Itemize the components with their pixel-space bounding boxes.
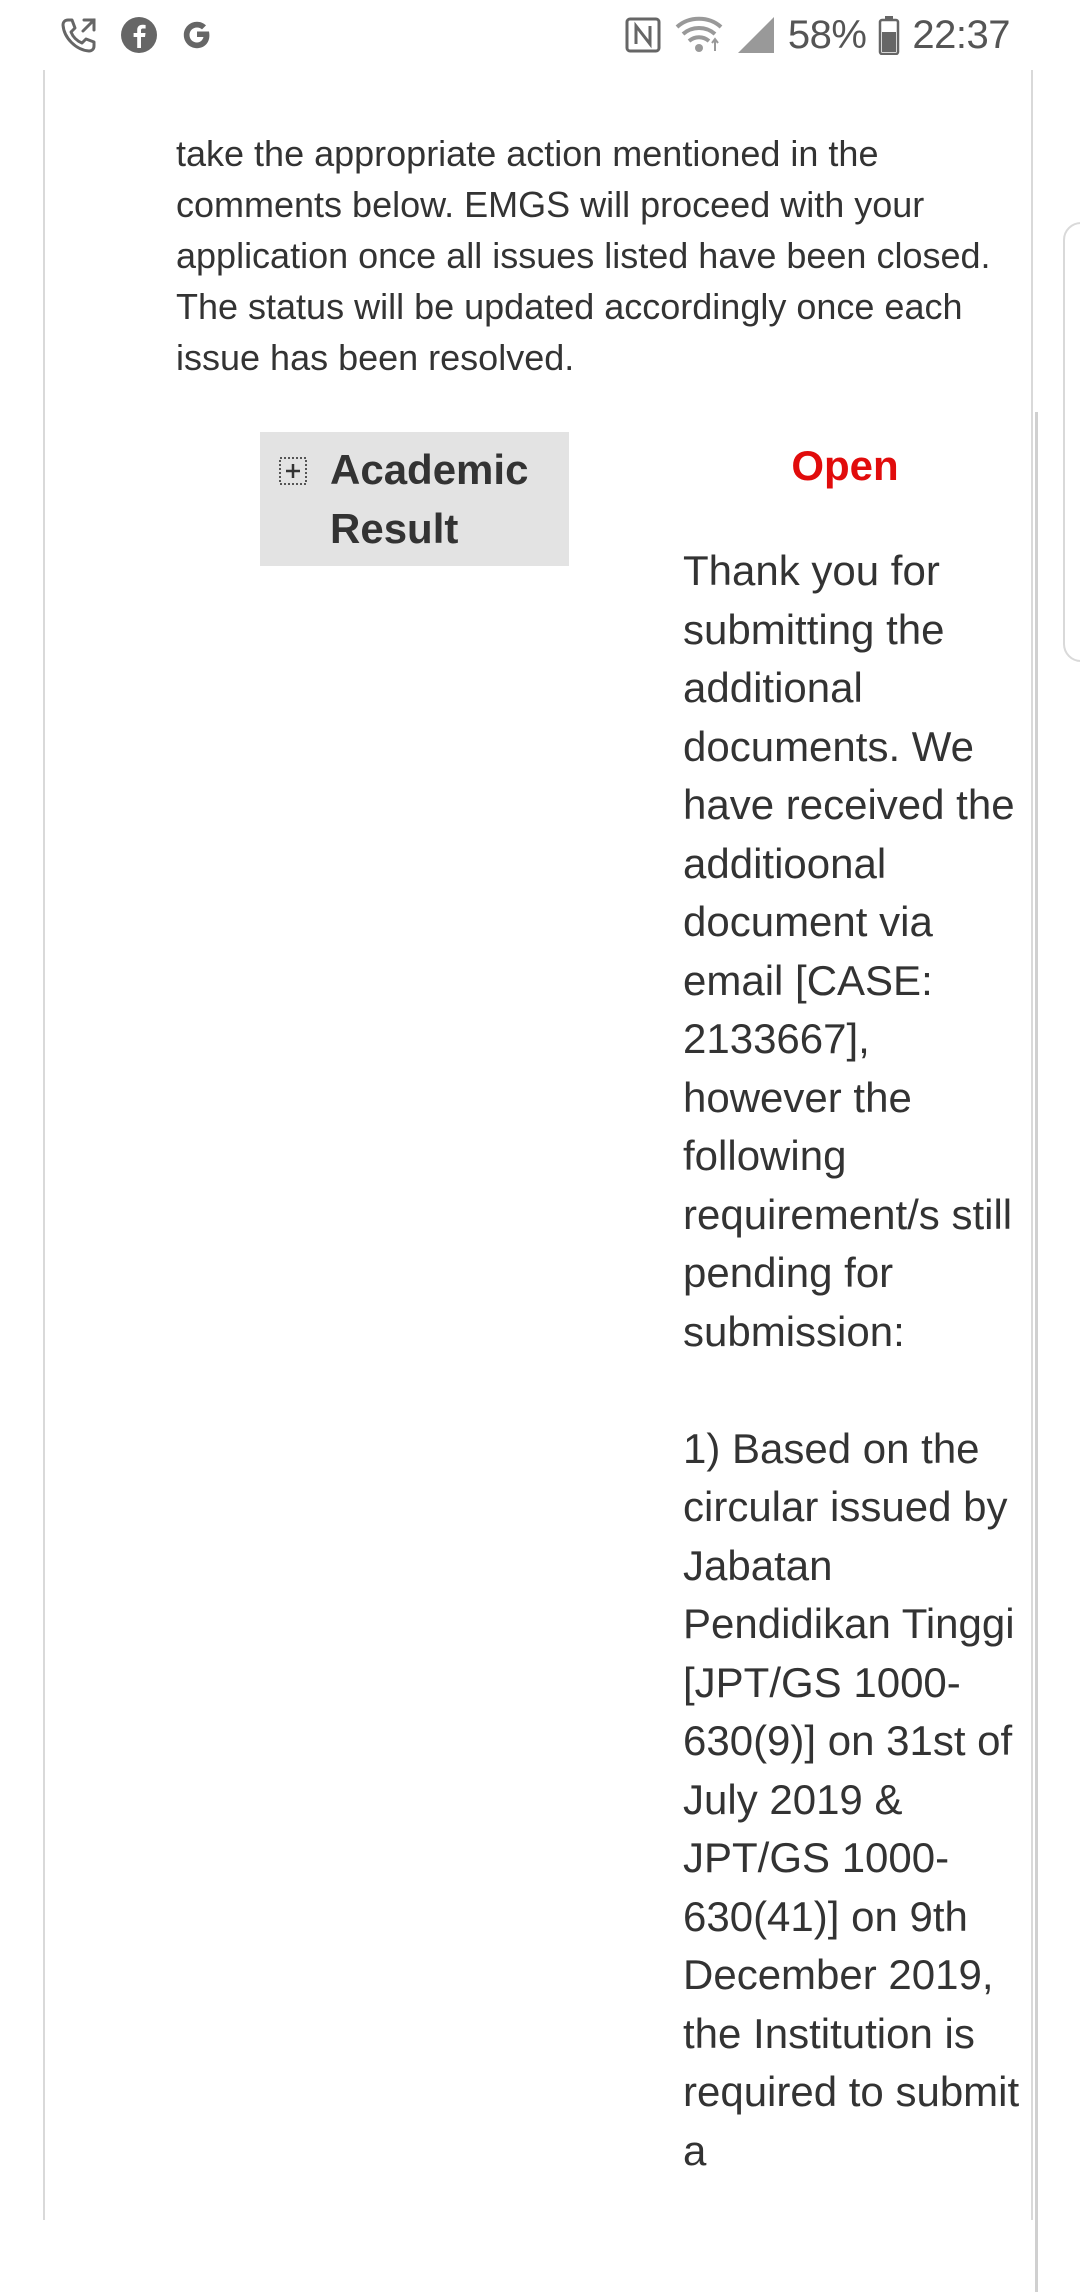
google-icon [178, 16, 216, 54]
signal-icon [736, 15, 776, 55]
content-frame: take the appropriate action mentioned in… [43, 70, 1038, 2292]
battery-icon [878, 15, 900, 55]
facebook-icon [120, 16, 158, 54]
status-bar-left [58, 14, 216, 56]
expand-icon[interactable] [278, 456, 308, 491]
issue-title: Academic Result [330, 446, 529, 552]
call-forward-icon [58, 14, 100, 56]
wifi-icon [674, 15, 724, 55]
issue-status-badge: Open [791, 442, 899, 489]
issue-comment: Thank you for submitting the additional … [683, 547, 1020, 2174]
clock: 22:37 [912, 12, 1010, 57]
nfc-icon [624, 16, 662, 54]
status-bar: 58% 22:37 [0, 0, 1080, 70]
issue-title-toggle[interactable]: Academic Result [260, 432, 569, 566]
scroll-handle[interactable] [1063, 222, 1080, 662]
issue-column-divider [1035, 412, 1038, 2292]
status-bar-right: 58% 22:37 [624, 12, 1010, 57]
intro-paragraph: take the appropriate action mentioned in… [176, 133, 991, 378]
battery-percent: 58% [787, 12, 867, 57]
